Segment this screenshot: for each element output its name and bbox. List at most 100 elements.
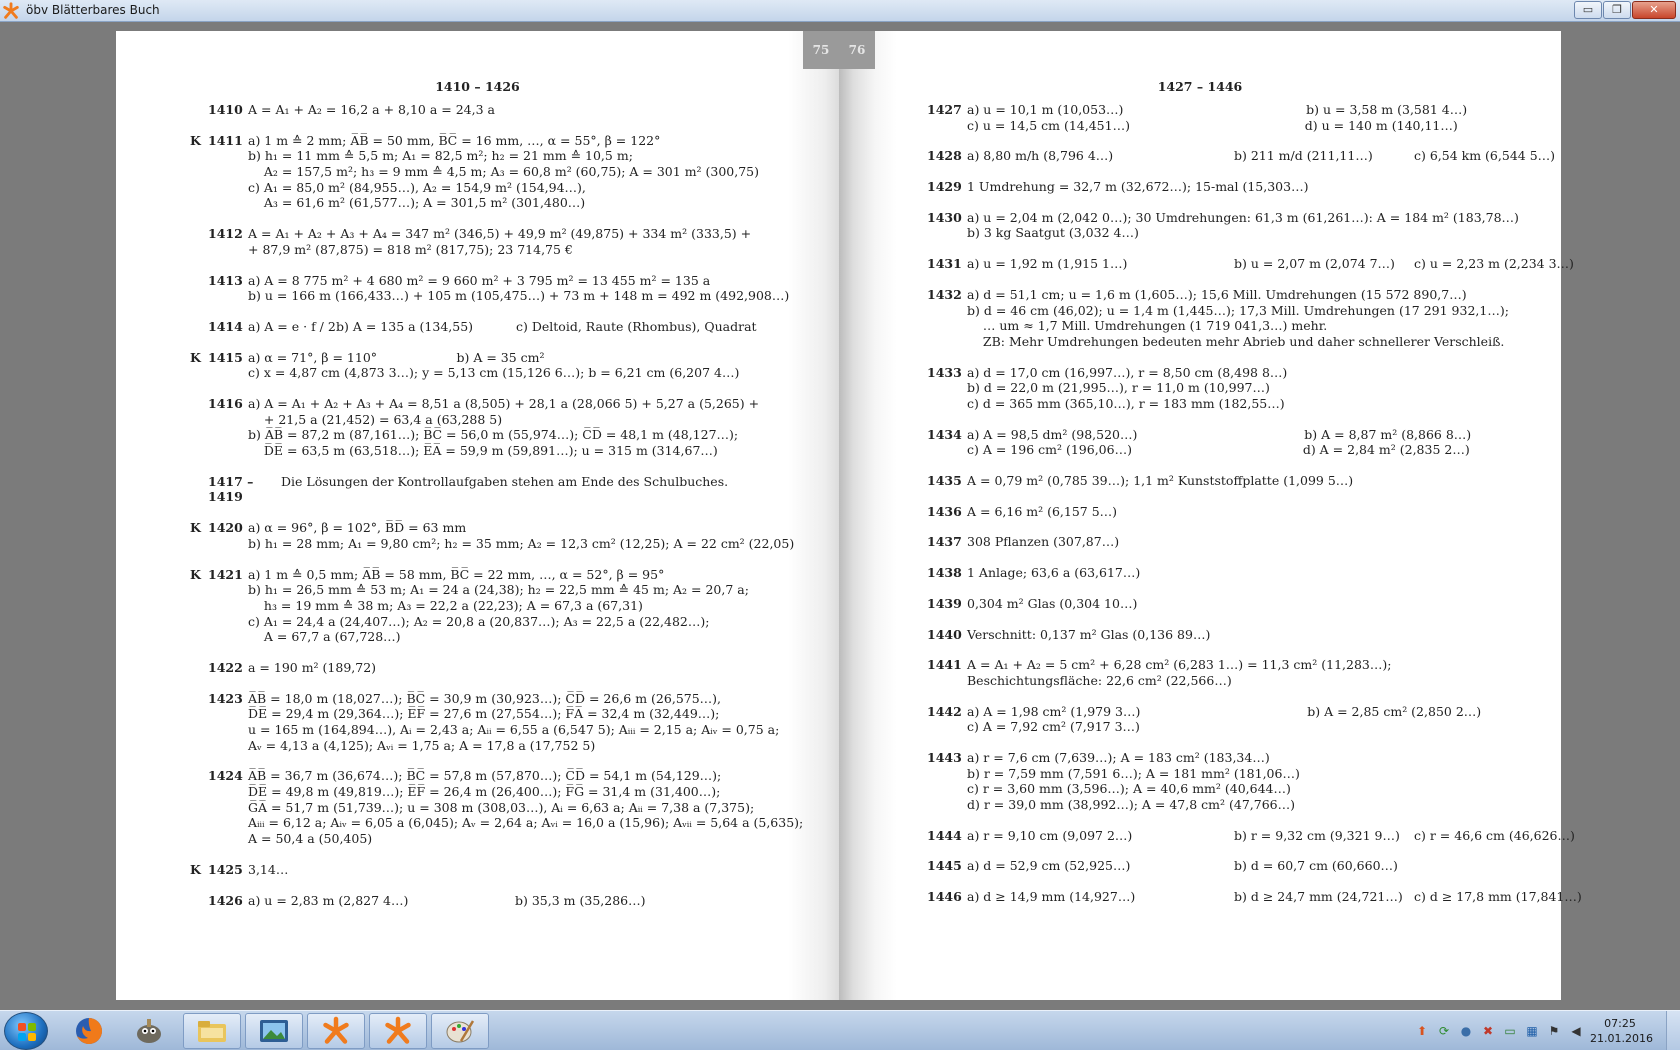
- restore-button[interactable]: ❐: [1603, 1, 1631, 19]
- solution-line: a) 1 m ≙ 2 mm; A̅B̅ = 50 mm, B̅C̅ = 16 m…: [248, 132, 661, 148]
- taskbar-oebv-book[interactable]: [307, 1013, 365, 1049]
- competency-marker: [909, 148, 927, 164]
- taskbar-paint[interactable]: [431, 1013, 489, 1049]
- solution-entry: 1414 a) A = e · f / 2 b) A = 135 a (134,55…: [190, 319, 803, 335]
- competency-marker: K: [190, 520, 201, 536]
- competency-marker: [909, 704, 927, 735]
- solution-line: A = A₁ + A₂ = 16,2 a + 8,10 a = 24,3 a: [248, 102, 495, 117]
- solution-entry: 1429 1 Umdrehung = 32,7 m (32,672…); 15-m…: [909, 179, 1594, 195]
- oebv-star-icon: [3, 2, 19, 19]
- solution-line: 3,14…: [248, 861, 289, 877]
- clock[interactable]: 07:25 21.01.2016: [1590, 1016, 1653, 1046]
- solution-text: a = 190 m² (189,72): [248, 660, 376, 676]
- solution-entry: 1443 a) r = 7,6 cm (7,639…); A = 183 cm² …: [909, 750, 1594, 813]
- competency-marker: K: [190, 132, 201, 148]
- competency-marker: [909, 858, 927, 874]
- solution-line: a) r = 7,6 cm (7,639…); A = 183 cm² (183…: [967, 750, 1270, 766]
- solution-line: h₃ = 19 mm ≙ 38 m; A₃ = 22,2 a (22,23); …: [248, 597, 643, 613]
- update-icon[interactable]: ⬆: [1414, 1023, 1430, 1039]
- solution-line: b) r = 7,59 mm (7,591 6…); A = 181 mm² (…: [967, 765, 1300, 781]
- exercise-number: 1414: [208, 318, 243, 334]
- close-button[interactable]: ✕: [1632, 1, 1676, 19]
- battery-icon[interactable]: ▭: [1502, 1023, 1518, 1039]
- volume-icon[interactable]: ◀: [1568, 1023, 1584, 1039]
- show-desktop-button[interactable]: [1666, 1011, 1680, 1050]
- solution-entry: 1426 a) u = 2,83 m (2,827 4…) b) 35,3 m (3…: [190, 893, 803, 909]
- exercise-number: 1435: [927, 473, 962, 489]
- minimize-button[interactable]: ▭: [1574, 1, 1602, 19]
- taskbar-firefox[interactable]: [60, 1013, 118, 1049]
- solution-text: A = A₁ + A₂ = 5 cm² + 6,28 cm² (6,283 1……: [967, 657, 1391, 688]
- solution-text: 1 Umdrehung = 32,7 m (32,672…); 15-mal (…: [967, 179, 1308, 195]
- windows-logo-icon: [18, 1023, 36, 1041]
- solution-line: a) d = 51,1 cm; u = 1,6 m (1,605…); 15,6…: [967, 286, 1467, 302]
- competency-marker: [909, 365, 927, 412]
- competency-marker: [909, 627, 927, 643]
- solution-text: 3,14…: [248, 862, 288, 878]
- user-icon[interactable]: ●: [1458, 1023, 1474, 1039]
- solution-part: a) r = 9,10 cm (9,097 2…): [967, 827, 1133, 843]
- competency-marker: [190, 396, 208, 459]
- exercise-number: 1420: [208, 520, 243, 536]
- taskbar-image-viewer[interactable]: [245, 1013, 303, 1049]
- competency-marker: [909, 427, 927, 458]
- taskbar-file-explorer[interactable]: [183, 1013, 241, 1049]
- solution-part: c) u = 2,23 m (2,234 3…): [1414, 256, 1574, 272]
- solution-entry: 1438 1 Anlage; 63,6 a (63,617…): [909, 565, 1594, 581]
- solution-entry: 1431 a) u = 1,92 m (1,915 1…) b) u = 2,07 …: [909, 256, 1594, 272]
- solution-line: 1 Umdrehung = 32,7 m (32,672…); 15-mal (…: [967, 179, 1309, 195]
- oebv-book-icon: [323, 1016, 349, 1044]
- exercise-number: 1437: [927, 534, 962, 550]
- exercise-number: 1417 – 1419: [208, 473, 254, 505]
- taskbar-oebv-book-2[interactable]: [369, 1013, 427, 1049]
- solution-line: b) h₁ = 11 mm ≙ 5,5 m; A₁ = 82,5 m²; h₂ …: [248, 148, 633, 164]
- solution-text: A̅B̅ = 18,0 m (18,027…); B̅C̅ = 30,9 m (…: [248, 691, 779, 754]
- competency-marker: [909, 828, 927, 844]
- solution-part: c) Deltoid, Raute (Rhombus), Quadrat: [516, 318, 757, 334]
- competency-marker: [909, 657, 927, 688]
- solution-line: a) α = 71°, β = 110° b) A = 35 cm²: [248, 349, 545, 365]
- solution-text: a) 8,80 m/h (8,796 4…) b) 211 m/d (211,11…: [967, 148, 1594, 164]
- solution-line: c) r = 3,60 mm (3,596…); A = 40,6 mm² (4…: [967, 781, 1291, 797]
- exercise-number: 1440: [927, 626, 962, 642]
- network-icon[interactable]: ▦: [1524, 1023, 1540, 1039]
- taskbar: ⬆ ⟳ ● ✖ ▭ ▦ ⚑ ◀ 07:25 21.01.2016: [0, 1010, 1680, 1050]
- competency-marker: K: [190, 861, 201, 877]
- left-page[interactable]: 75 1410 – 1426 1410 A = A₁ + A₂ = 16,2 a …: [116, 31, 839, 1000]
- solution-entry: 1436 A = 6,16 m² (6,157 5…): [909, 504, 1594, 520]
- solution-text: A̅B̅ = 36,7 m (36,674…); B̅C̅ = 57,8 m (…: [248, 768, 803, 846]
- solution-entry: 1435 A = 0,79 m² (0,785 39…); 1,1 m² Kuns…: [909, 473, 1594, 489]
- right-page[interactable]: 76 1427 – 1446 1427 a) u = 10,1 m (10,053…: [839, 31, 1582, 1000]
- solution-line: d) r = 39,0 mm (38,992…); A = 47,8 cm² (…: [967, 797, 1295, 813]
- taskbar-gimp[interactable]: [120, 1013, 178, 1049]
- solution-text: a) A = 98,5 dm² (98,520…) b) A = 8,87 m²…: [967, 427, 1471, 458]
- exercise-number: 1429: [927, 179, 962, 195]
- exercise-number: 1427: [927, 102, 962, 117]
- solution-text: a) r = 7,6 cm (7,639…); A = 183 cm² (183…: [967, 750, 1300, 813]
- exercise-number: 1411: [208, 132, 243, 148]
- exercise-number: 1445: [927, 858, 962, 874]
- start-button[interactable]: [4, 1012, 48, 1050]
- solution-entry: 1416 a) A = A₁ + A₂ + A₃ + A₄ = 8,51 a (8…: [190, 396, 803, 459]
- page-number-tab[interactable]: 76: [839, 31, 875, 69]
- solution-part: b) A = 135 a (134,55): [336, 318, 474, 334]
- solution-entry: 1437 308 Pflanzen (307,87…): [909, 534, 1594, 550]
- solution-line: D̅E̅ = 63,5 m (63,518…); E̅A̅ = 59,9 m (…: [248, 443, 718, 459]
- competency-marker: [909, 534, 927, 550]
- solution-line: 0,304 m² Glas (0,304 10…): [967, 595, 1138, 611]
- exercise-number: 1434: [927, 426, 962, 442]
- solution-part: a) 8,80 m/h (8,796 4…): [967, 148, 1114, 164]
- file-explorer-icon: [198, 1021, 226, 1042]
- competency-marker: [909, 179, 927, 195]
- sync-icon[interactable]: ⟳: [1436, 1023, 1452, 1039]
- solution-line: a) 1 m ≙ 0,5 mm; A̅B̅ = 58 mm, B̅C̅ = 22…: [248, 566, 665, 582]
- solution-entry: 1430 a) u = 2,04 m (2,042 0…); 30 Umdrehu…: [909, 210, 1594, 241]
- exercise-number: 1442: [927, 703, 962, 719]
- solution-line: A = 6,16 m² (6,157 5…): [967, 503, 1118, 519]
- competency-marker: [190, 660, 208, 676]
- page-number-tab[interactable]: 75: [803, 31, 839, 69]
- solution-line: a) A = 98,5 dm² (98,520…) b) A = 8,87 m²…: [967, 426, 1472, 442]
- warning-icon[interactable]: ✖: [1480, 1023, 1496, 1039]
- solution-entry: 1424 A̅B̅ = 36,7 m (36,674…); B̅C̅ = 57,8…: [190, 768, 803, 846]
- flag-icon[interactable]: ⚑: [1546, 1023, 1562, 1039]
